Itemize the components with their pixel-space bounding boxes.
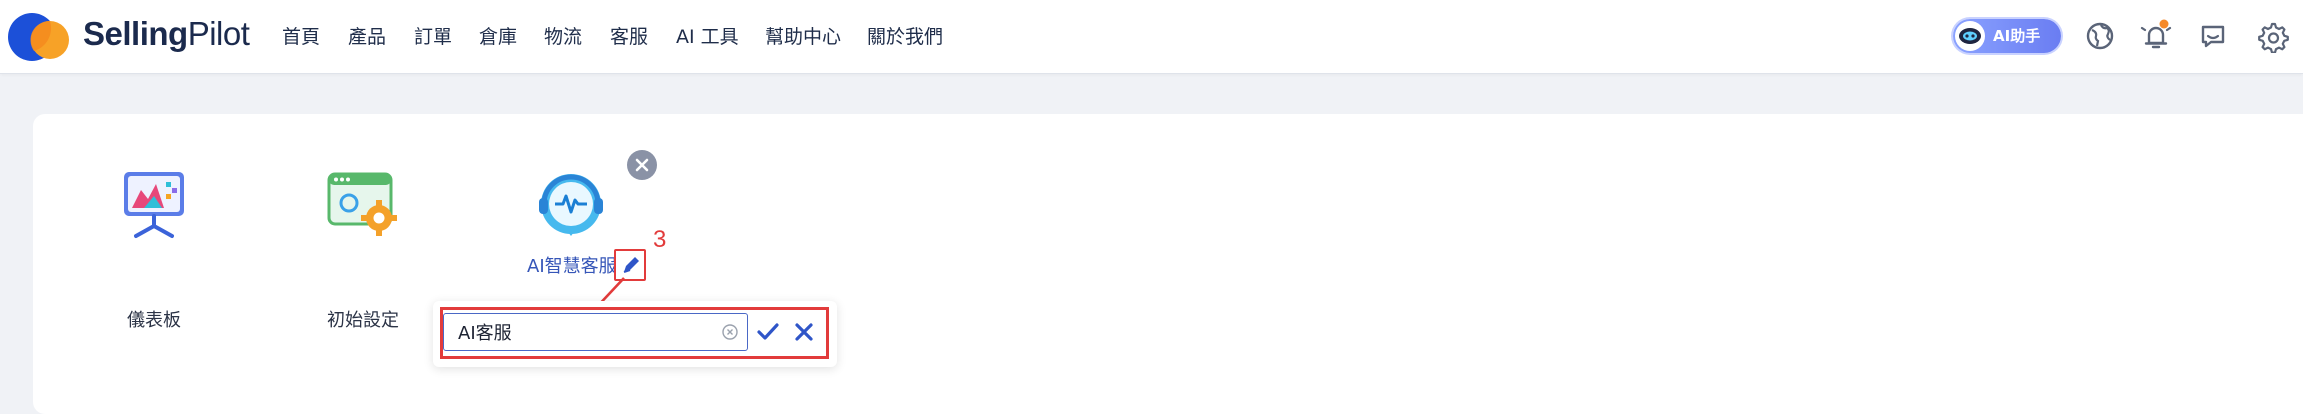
nav-home[interactable]: 首頁: [282, 22, 320, 52]
settings-window-icon: [327, 172, 397, 236]
nav-help-center[interactable]: 幫助中心: [765, 22, 841, 52]
step-number-annotation: 3: [653, 226, 667, 253]
app-tile-dashboard[interactable]: 儀表板: [69, 166, 239, 331]
globe-icon[interactable]: [2083, 19, 2117, 53]
nav-about-us[interactable]: 關於我們: [867, 22, 943, 52]
robot-icon: [1955, 21, 1985, 51]
close-icon[interactable]: [790, 318, 818, 346]
app-name-input[interactable]: [443, 313, 748, 351]
nav-ai-tools[interactable]: AI 工具: [676, 22, 739, 52]
brand-name[interactable]: SellingPilot: [83, 14, 250, 54]
notification-dot: [2159, 19, 2169, 29]
top-navigation-bar: SellingPilot 首頁 產品 訂單 倉庫 物流 客服 AI 工具 幫助中…: [0, 0, 2303, 74]
gear-icon[interactable]: [2255, 19, 2289, 53]
sellingpilot-logo[interactable]: [6, 6, 78, 68]
rename-popover: [433, 301, 837, 367]
app-tile-ai-support[interactable]: [486, 166, 656, 316]
close-circle-icon: [635, 158, 649, 172]
app-name-dashboard: 儀表板: [127, 310, 181, 331]
clear-input-icon[interactable]: [721, 323, 739, 341]
brand-name-bold: Selling: [83, 15, 188, 52]
chat-icon[interactable]: [2196, 19, 2230, 53]
nav-products[interactable]: 產品: [348, 22, 386, 52]
nav-orders[interactable]: 訂單: [414, 22, 452, 52]
dashboard-icon: [124, 172, 184, 238]
app-name-initial-setup: 初始設定: [327, 310, 399, 331]
app-tile-initial-setup[interactable]: 初始設定: [278, 166, 448, 331]
remove-app-button[interactable]: [627, 150, 657, 180]
brand-name-light: Pilot: [187, 15, 250, 52]
ai-support-icon: [539, 174, 603, 236]
nav-logistics[interactable]: 物流: [544, 22, 582, 52]
nav-customer-service[interactable]: 客服: [610, 22, 648, 52]
nav-warehouse[interactable]: 倉庫: [479, 22, 517, 52]
ai-assistant-label: AI助手: [1993, 27, 2041, 45]
pencil-icon: [623, 257, 639, 273]
bell-icon[interactable]: [2139, 19, 2173, 53]
check-icon[interactable]: [754, 318, 782, 346]
ai-assistant-button[interactable]: AI助手: [1953, 19, 2061, 53]
